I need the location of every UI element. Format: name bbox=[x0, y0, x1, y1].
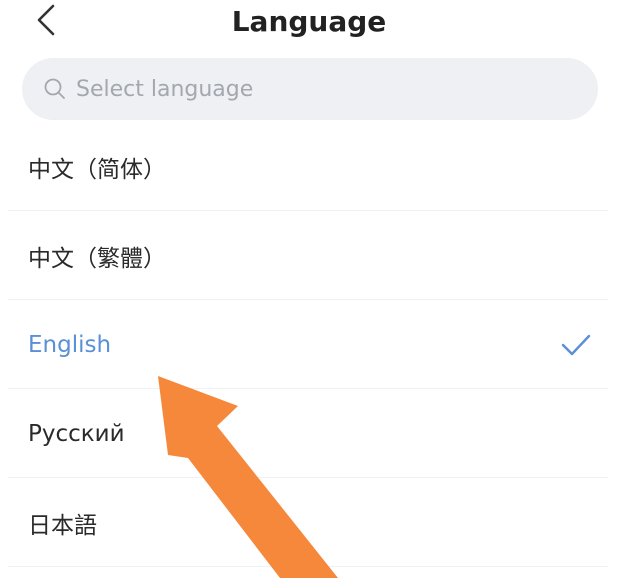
search-input[interactable] bbox=[74, 68, 578, 110]
language-label: 日本語 bbox=[28, 512, 97, 539]
language-label: 中文（简体） bbox=[28, 156, 166, 183]
language-item-english[interactable]: English bbox=[0, 300, 634, 389]
language-item-russian[interactable]: Русский bbox=[0, 389, 634, 478]
language-item-japanese[interactable]: 日本語 bbox=[0, 478, 634, 567]
language-label: 中文（繁體） bbox=[28, 245, 166, 272]
language-label: English bbox=[28, 331, 112, 358]
page-title: Language bbox=[231, 5, 387, 38]
search-icon bbox=[42, 76, 68, 102]
language-item-zh-hans[interactable]: 中文（简体） bbox=[0, 122, 634, 211]
header-bar: Language bbox=[0, 0, 634, 46]
language-list: 中文（简体） 中文（繁體） English Русский 日本語 bbox=[0, 122, 634, 567]
checkmark-icon bbox=[560, 333, 592, 357]
language-settings-screen: Language 中文（简体） 中文（繁體） English Русски bbox=[0, 0, 634, 578]
language-label: Русский bbox=[28, 420, 125, 447]
search-bar[interactable] bbox=[22, 58, 598, 120]
language-item-zh-hant[interactable]: 中文（繁體） bbox=[0, 211, 634, 300]
